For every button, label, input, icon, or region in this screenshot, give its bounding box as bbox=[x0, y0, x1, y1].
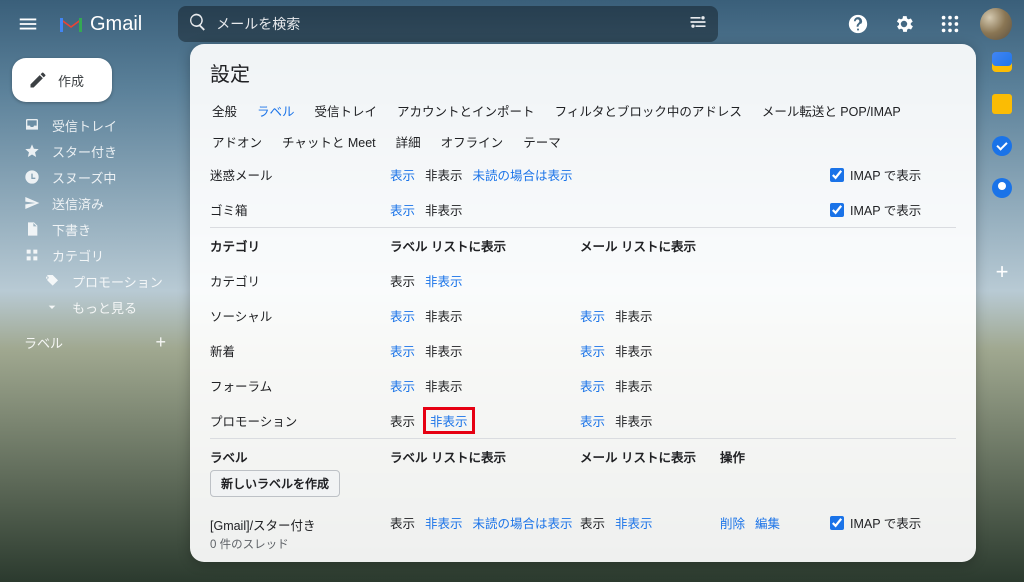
user-labels-header: ラベル 新しいラベルを作成 ラベル リストに表示 メール リストに表示 操作 bbox=[210, 438, 956, 505]
link-hide[interactable]: 非表示 bbox=[425, 200, 463, 219]
imap-checkbox[interactable] bbox=[830, 203, 844, 217]
gmail-icon bbox=[58, 14, 84, 34]
link-hide[interactable]: 非表示 bbox=[425, 376, 463, 395]
link-show[interactable]: 表示 bbox=[390, 513, 415, 532]
row-userlabel-1: Notes 0 件のスレッド 表示 非表示 未読の場合は表示 表示 非表示 削除… bbox=[210, 560, 956, 562]
menu-button[interactable] bbox=[8, 4, 48, 44]
link-delete[interactable]: 削除 bbox=[720, 513, 745, 532]
tab-chat[interactable]: チャットと Meet bbox=[272, 126, 386, 157]
calendar-icon[interactable] bbox=[992, 52, 1012, 72]
link-hide[interactable]: 非表示 bbox=[425, 271, 463, 290]
link-show[interactable]: 表示 bbox=[390, 411, 415, 430]
tasks-icon[interactable] bbox=[992, 136, 1012, 156]
create-label-button[interactable]: 新しいラベルを作成 bbox=[210, 470, 340, 497]
link-hide[interactable]: 非表示 bbox=[425, 513, 463, 532]
contacts-icon[interactable] bbox=[992, 178, 1012, 198]
gmail-logo: Gmail bbox=[58, 13, 142, 36]
apps-icon[interactable] bbox=[930, 4, 970, 44]
tab-forward[interactable]: メール転送と POP/IMAP bbox=[752, 95, 911, 126]
row-trash: ゴミ箱 表示 非表示 IMAP で表示 bbox=[210, 192, 956, 227]
link-show[interactable]: 表示 bbox=[390, 271, 415, 290]
account-avatar[interactable] bbox=[980, 8, 1012, 40]
sidebar-item-more[interactable]: もっと見る bbox=[0, 294, 180, 320]
tab-offline[interactable]: オフライン bbox=[431, 126, 514, 157]
tab-themes[interactable]: テーマ bbox=[513, 126, 571, 157]
support-icon[interactable] bbox=[838, 4, 878, 44]
sidebar-item-inbox[interactable]: 受信トレイ bbox=[0, 112, 180, 138]
sidebar-item-sent[interactable]: 送信済み bbox=[0, 190, 180, 216]
link-show[interactable]: 表示 bbox=[390, 200, 415, 219]
row-cat-2: 新着 表示 非表示 表示 非表示 bbox=[210, 333, 956, 368]
settings-icon[interactable] bbox=[884, 4, 924, 44]
tab-general[interactable]: 全般 bbox=[202, 95, 247, 126]
compose-button[interactable]: 作成 bbox=[12, 58, 112, 102]
tab-addons[interactable]: アドオン bbox=[202, 126, 272, 157]
row-cat-0: カテゴリ 表示 非表示 bbox=[210, 263, 956, 298]
link-show[interactable]: 表示 bbox=[390, 306, 415, 325]
tab-inbox[interactable]: 受信トレイ bbox=[305, 95, 388, 126]
sidebar-item-starred[interactable]: スター付き bbox=[0, 138, 180, 164]
row-cat-3: フォーラム 表示 非表示 表示 非表示 bbox=[210, 368, 956, 403]
search-input[interactable] bbox=[216, 16, 680, 32]
link-hide[interactable]: 非表示 bbox=[425, 306, 463, 325]
search-options-icon[interactable] bbox=[688, 12, 708, 37]
sidebar-item-drafts[interactable]: 下書き bbox=[0, 216, 180, 242]
tab-advanced[interactable]: 詳細 bbox=[386, 126, 431, 157]
link-hide[interactable]: 非表示 bbox=[615, 411, 653, 430]
tab-accounts[interactable]: アカウントとインポート bbox=[387, 95, 545, 126]
link-hide[interactable]: 非表示 bbox=[615, 376, 653, 395]
link-unread[interactable]: 未読の場合は表示 bbox=[473, 165, 573, 184]
link-hide[interactable]: 非表示 bbox=[615, 306, 653, 325]
link-hide[interactable]: 非表示 bbox=[425, 165, 463, 184]
settings-tabs: 全般 ラベル 受信トレイ アカウントとインポート フィルタとブロック中のアドレス… bbox=[192, 95, 974, 157]
addons-plus-icon[interactable]: + bbox=[992, 262, 1012, 282]
link-show[interactable]: 表示 bbox=[580, 376, 605, 395]
settings-title: 設定 bbox=[192, 56, 974, 95]
imap-checkbox[interactable] bbox=[830, 516, 844, 530]
link-show[interactable]: 表示 bbox=[390, 341, 415, 360]
row-spam: 迷惑メール 表示 非表示 未読の場合は表示 IMAP で表示 bbox=[210, 157, 956, 192]
row-cat-4: プロモーション 表示 非表示 表示 非表示 bbox=[210, 403, 956, 438]
sidebar-item-snoozed[interactable]: スヌーズ中 bbox=[0, 164, 180, 190]
sidebar-item-promotions[interactable]: プロモーション bbox=[0, 268, 180, 294]
sidebar-labels-heading: ラベル bbox=[24, 333, 63, 352]
keep-icon[interactable] bbox=[992, 94, 1012, 114]
search-bar[interactable] bbox=[178, 6, 718, 42]
link-hide-highlighted[interactable]: 非表示 bbox=[423, 407, 475, 434]
imap-checkbox[interactable] bbox=[830, 168, 844, 182]
tab-labels[interactable]: ラベル bbox=[247, 95, 305, 126]
link-show[interactable]: 表示 bbox=[580, 306, 605, 325]
link-show[interactable]: 表示 bbox=[390, 165, 415, 184]
compose-label: 作成 bbox=[58, 71, 84, 90]
settings-panel: 設定 全般 ラベル 受信トレイ アカウントとインポート フィルタとブロック中のア… bbox=[190, 44, 976, 562]
link-hide[interactable]: 非表示 bbox=[425, 341, 463, 360]
sidebar-item-categories[interactable]: カテゴリ bbox=[0, 242, 180, 268]
link-show[interactable]: 表示 bbox=[580, 411, 605, 430]
row-cat-1: ソーシャル 表示 非表示 表示 非表示 bbox=[210, 298, 956, 333]
link-hide[interactable]: 非表示 bbox=[615, 341, 653, 360]
gmail-wordmark: Gmail bbox=[90, 13, 142, 36]
link-show[interactable]: 表示 bbox=[580, 513, 605, 532]
link-show[interactable]: 表示 bbox=[580, 341, 605, 360]
categories-header: カテゴリ ラベル リストに表示 メール リストに表示 bbox=[210, 227, 956, 263]
row-userlabel-0: [Gmail]/スター付き 0 件のスレッド 表示 非表示 未読の場合は表示 表… bbox=[210, 505, 956, 560]
tab-filters[interactable]: フィルタとブロック中のアドレス bbox=[545, 95, 752, 126]
link-hide[interactable]: 非表示 bbox=[615, 513, 653, 532]
link-unread[interactable]: 未読の場合は表示 bbox=[473, 513, 573, 532]
search-icon bbox=[188, 12, 208, 37]
link-show[interactable]: 表示 bbox=[390, 376, 415, 395]
add-label-icon[interactable]: + bbox=[155, 332, 166, 353]
link-edit[interactable]: 編集 bbox=[755, 513, 780, 532]
